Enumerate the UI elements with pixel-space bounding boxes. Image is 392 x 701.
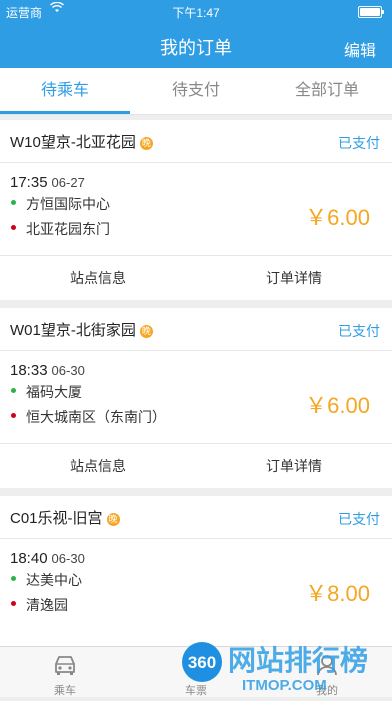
departure-time: 18:40 06-30 [10, 550, 85, 567]
edit-button[interactable]: 编辑 [344, 37, 376, 61]
tab-ride[interactable]: 乘车 [0, 647, 130, 697]
order-card[interactable]: C01乐视-旧宫晚 已支付 18:40 06-30 达美中心 清逸园 ￥8.00 [0, 496, 392, 646]
page-title: 我的订单 [160, 38, 232, 58]
alighting-stop: 恒大城南区（东南门） [11, 407, 166, 427]
end-dot-icon [11, 601, 16, 606]
departure-time: 18:33 06-30 [10, 362, 85, 379]
start-dot-icon [11, 388, 16, 393]
status-badge: 已支付 [338, 323, 380, 339]
watermark-text: 网站排行榜 [228, 644, 368, 677]
price: ￥6.00 [305, 205, 370, 230]
tab-pending-ride[interactable]: 待乘车 [0, 68, 130, 114]
night-badge: 晚 [106, 512, 120, 526]
price: ￥8.00 [305, 581, 370, 606]
order-detail-button[interactable]: 订单详情 [196, 256, 392, 301]
route-title: W01望京-北街家园晚 [10, 322, 153, 339]
clock: 下午1:47 [172, 6, 220, 20]
car-icon [55, 656, 75, 675]
status-bar: 运营商 下午1:47 [0, 0, 392, 22]
boarding-stop: 方恒国际中心 [11, 194, 110, 214]
start-dot-icon [11, 576, 16, 581]
price: ￥6.00 [305, 393, 370, 418]
order-card[interactable]: W10望京-北亚花园晚 已支付 17:35 06-27 方恒国际中心 北亚花园东门… [0, 120, 392, 300]
route-title: W10望京-北亚花园晚 [10, 134, 153, 151]
boarding-stop: 达美中心 [11, 570, 82, 590]
alighting-stop: 清逸园 [11, 595, 68, 615]
night-badge: 晚 [139, 136, 153, 150]
end-dot-icon [11, 413, 16, 418]
night-badge: 晚 [139, 324, 153, 338]
tab-pending-payment[interactable]: 待支付 [131, 68, 261, 114]
order-tabs: 待乘车 待支付 全部订单 [0, 68, 392, 115]
departure-time: 17:35 06-27 [10, 174, 85, 191]
order-actions: 站点信息 订单详情 [0, 255, 392, 301]
station-info-button[interactable]: 站点信息 [0, 444, 196, 489]
battery-icon [358, 6, 384, 18]
order-card[interactable]: W01望京-北街家园晚 已支付 18:33 06-30 福码大厦 恒大城南区（东南… [0, 308, 392, 488]
watermark-domain: ITMOP.COM [242, 677, 327, 694]
order-header: W01望京-北街家园晚 已支付 [0, 308, 392, 351]
order-header: W10望京-北亚花园晚 已支付 [0, 120, 392, 163]
nav-header: 运营商 下午1:47 我的订单 编辑 [0, 0, 392, 68]
order-actions: 站点信息 订单详情 [0, 443, 392, 489]
order-header: C01乐视-旧宫晚 已支付 [0, 496, 392, 539]
start-dot-icon [11, 200, 16, 205]
watermark-badge: 360 [188, 653, 216, 672]
active-tab-indicator [0, 111, 130, 114]
alighting-stop: 北亚花园东门 [11, 219, 110, 239]
route-title: C01乐视-旧宫晚 [10, 510, 120, 527]
station-info-button[interactable]: 站点信息 [0, 256, 196, 301]
tab-all-orders[interactable]: 全部订单 [262, 68, 392, 114]
status-badge: 已支付 [338, 135, 380, 151]
end-dot-icon [11, 225, 16, 230]
order-detail-button[interactable]: 订单详情 [196, 444, 392, 489]
site-watermark: 360 网站排行榜 ITMOP.COM [180, 632, 392, 696]
boarding-stop: 福码大厦 [11, 382, 82, 402]
status-badge: 已支付 [338, 511, 380, 527]
